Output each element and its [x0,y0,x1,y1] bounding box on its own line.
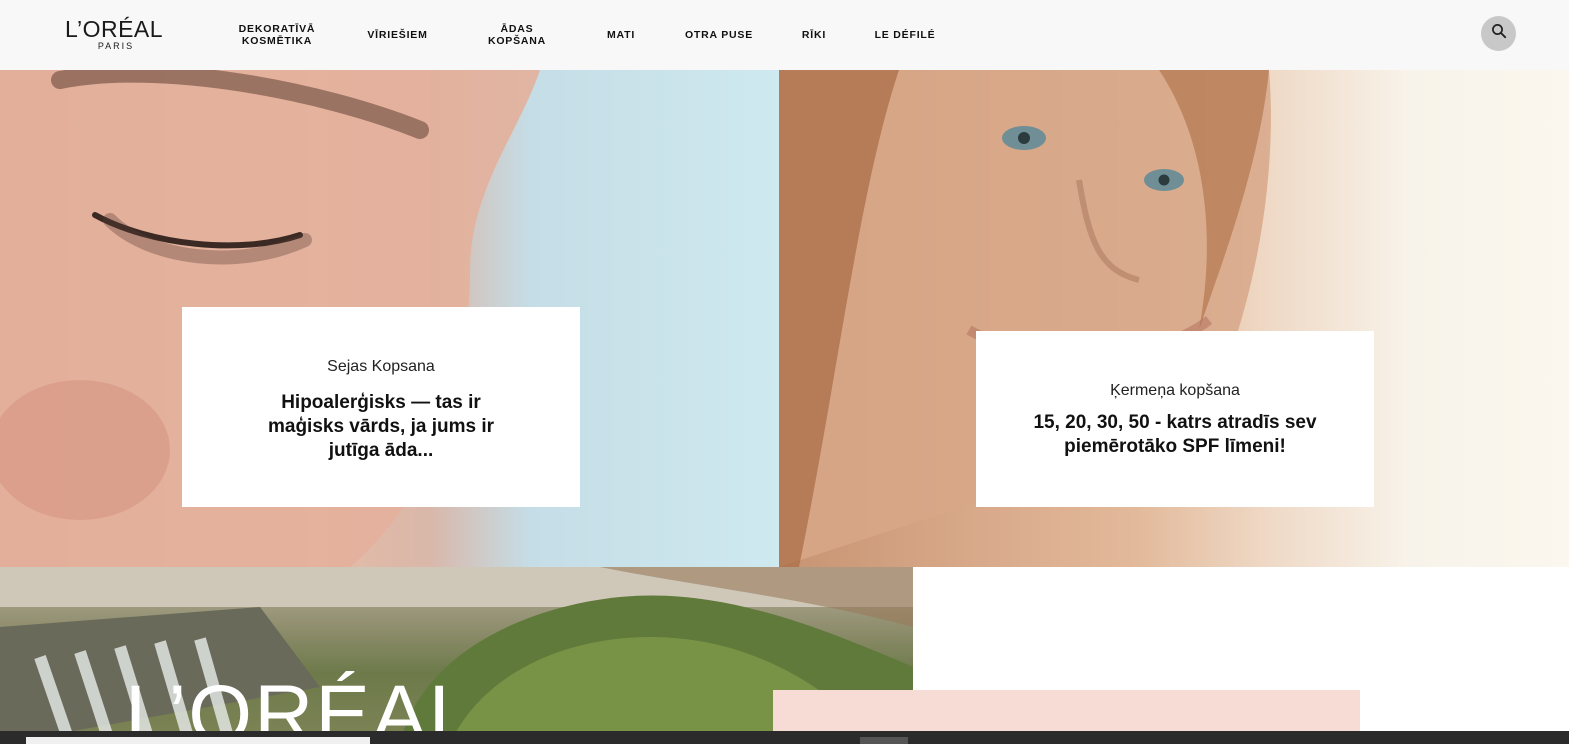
card-title[interactable]: Hipoalerģisks — tas ir maģisks vārds, ja… [182,391,580,463]
article-card-body-care[interactable]: Ķermeņa kopšana 15, 20, 30, 50 - katrs a… [976,331,1374,507]
logo-wordmark: L’ORÉAL [64,16,164,42]
nav-item-dekorativa-kosmetika[interactable]: DEKORATĪVĀ KOSMĒTIKA [232,22,322,48]
nav-item-viriesiem[interactable]: VĪRIEŠIEM [360,22,435,48]
logo-subtitle: PARIS [97,41,135,51]
card-category: Sejas Kopsana [327,358,435,375]
site-header: L’ORÉAL PARIS DEKORATĪVĀ KOSMĒTIKA VĪRIE… [0,0,1569,70]
nav-item-adas-kopsana[interactable]: ĀDAS KOPŠANA [478,22,556,48]
loreal-logo[interactable]: L’ORÉAL PARIS [56,17,172,51]
nav-item-riki[interactable]: RĪKI [796,22,832,48]
search-icon [1491,23,1507,44]
bottom-strip-dark-segment [860,737,908,744]
search-button[interactable] [1481,16,1516,51]
article-card-face-care[interactable]: Sejas Kopsana Hipoalerģisks — tas ir maģ… [182,307,580,507]
nav-item-mati[interactable]: MATI [600,22,642,48]
bottom-strip-light-segment [26,737,370,744]
hero-image-face-care[interactable]: Sejas Kopsana Hipoalerģisks — tas ir maģ… [0,70,779,567]
card-category: Ķermeņa kopšana [1110,382,1240,399]
nav-item-le-defile[interactable]: LE DÉFILÉ [870,22,940,48]
bottom-strip [0,731,1569,744]
hero-image-body-care[interactable]: Ķermeņa kopšana 15, 20, 30, 50 - katrs a… [779,70,1569,567]
nav-item-otra-puse[interactable]: OTRA PUSE [680,22,758,48]
card-title[interactable]: 15, 20, 30, 50 - katrs atradīs sev piemē… [976,411,1374,459]
